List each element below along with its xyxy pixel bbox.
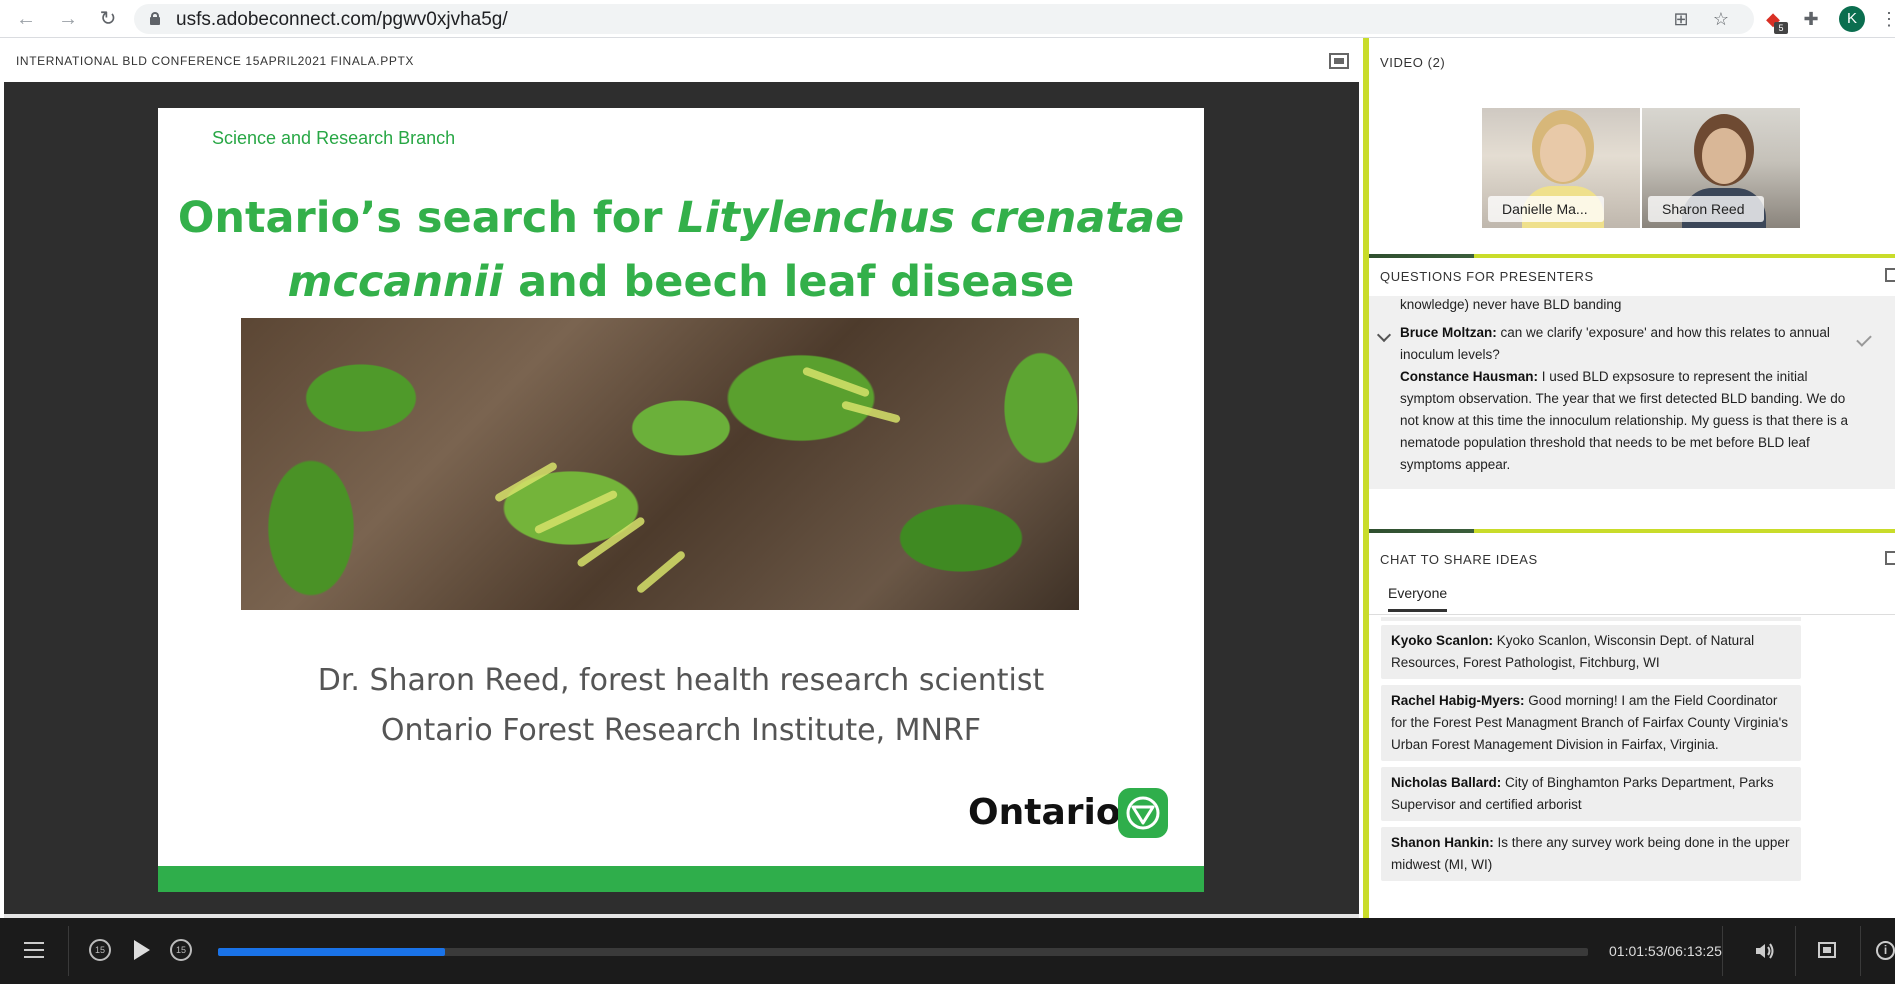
rewind-15-icon[interactable]: 15	[89, 939, 111, 961]
chat-message: Kyoko Scanlon: Kyoko Scanlon, Wisconsin …	[1381, 625, 1801, 679]
extension-badge: 5	[1774, 22, 1788, 34]
answer-author: Constance Hausman:	[1400, 369, 1539, 384]
video-tile[interactable]: Sharon Reed	[1642, 108, 1800, 228]
video-tile[interactable]: Danielle Ma...	[1482, 108, 1640, 228]
volume-icon[interactable]	[1754, 941, 1774, 961]
playback-bar: 15 15 01:01:53/06:13:25 i	[0, 918, 1895, 984]
chat-message: Rachel Habig-Myers: Good morning! I am t…	[1381, 685, 1801, 761]
slide-title-plain-2: and beech leaf disease	[503, 257, 1075, 307]
slide-author-line-2: Ontario Forest Research Institute, MNRF	[380, 713, 982, 748]
ontario-logo: Ontario	[968, 788, 1168, 838]
presentation-stage: Science and Research Branch Ontario’s se…	[4, 82, 1359, 914]
slide-author: Dr. Sharon Reed, forest health research …	[158, 656, 1204, 756]
url-text[interactable]: usfs.adobeconnect.com/pgwv0xjvha5g/	[176, 9, 508, 31]
pod-options-icon[interactable]	[1885, 551, 1895, 565]
questions-list: knowledge) never have BLD banding Bruce …	[1369, 296, 1895, 489]
slide: Science and Research Branch Ontario’s se…	[158, 108, 1204, 892]
ontario-logo-word: Ontario	[968, 792, 1121, 833]
participant-name: Sharon Reed	[1648, 196, 1764, 222]
chat-author: Kyoko Scanlon:	[1391, 633, 1494, 648]
slide-footer-bar	[158, 866, 1204, 892]
chat-pod: CHAT TO SHARE IDEAS Everyone Kyoko Scanl…	[1369, 533, 1895, 918]
profile-avatar[interactable]: K	[1839, 6, 1865, 32]
menu-icon[interactable]	[24, 942, 44, 958]
back-arrow-icon[interactable]: ←	[14, 7, 38, 31]
answer-text: I used BLD expsosure to represent the in…	[1400, 369, 1848, 472]
chat-author: Nicholas Ballard:	[1391, 775, 1502, 790]
tab-everyone[interactable]: Everyone	[1388, 585, 1448, 612]
lock-icon[interactable]	[150, 12, 160, 25]
forward-15-icon[interactable]: 15	[170, 939, 192, 961]
video-pod: VIDEO (2) Danielle Ma... Sharon Reed	[1369, 38, 1895, 256]
answer-item: Constance Hausman: I used BLD expsosure …	[1400, 366, 1850, 476]
maximize-icon[interactable]	[1329, 53, 1349, 69]
time-readout: 01:01:53/06:13:25	[1609, 943, 1722, 959]
slide-title-species-1: Litylenchus crenatae	[677, 193, 1185, 243]
video-pod-title: VIDEO (2)	[1380, 55, 1446, 70]
seek-bar-progress	[218, 948, 446, 956]
questions-pod-title: QUESTIONS FOR PRESENTERS	[1380, 269, 1594, 284]
questions-pod: QUESTIONS FOR PRESENTERS knowledge) neve…	[1369, 258, 1895, 529]
play-icon[interactable]	[134, 940, 150, 960]
chat-author: Rachel Habig-Myers:	[1391, 693, 1525, 708]
fullscreen-icon[interactable]	[1818, 942, 1836, 958]
slide-title-plain-1: Ontario’s search for	[177, 193, 678, 243]
seek-bar[interactable]	[218, 948, 1588, 956]
question-author: Bruce Moltzan:	[1400, 325, 1497, 340]
share-pod: INTERNATIONAL BLD CONFERENCE 15APRIL2021…	[0, 38, 1363, 918]
browser-toolbar: ← → ↻ usfs.adobeconnect.com/pgwv0xjvha5g…	[0, 0, 1895, 38]
chat-pod-title: CHAT TO SHARE IDEAS	[1380, 552, 1538, 567]
check-icon[interactable]	[1856, 331, 1872, 347]
trillium-icon	[1118, 788, 1168, 838]
slide-branch-label: Science and Research Branch	[212, 128, 456, 148]
translate-icon[interactable]: ⊞	[1670, 8, 1692, 30]
chat-author: Shanon Hankin:	[1391, 835, 1494, 850]
slide-title-species-2: mccannii	[287, 257, 504, 307]
puzzle-icon[interactable]: ✚	[1800, 8, 1822, 30]
forward-arrow-icon[interactable]: →	[56, 7, 80, 31]
more-vertical-icon[interactable]: ⋮	[1880, 8, 1895, 30]
reload-icon[interactable]: ↻	[96, 7, 120, 31]
chat-message: Nicholas Ballard: City of Binghamton Par…	[1381, 767, 1801, 821]
share-pod-title: INTERNATIONAL BLD CONFERENCE 15APRIL2021…	[16, 54, 414, 68]
slide-title: Ontario’s search for Litylenchus crenata…	[158, 186, 1204, 314]
share-pod-header: INTERNATIONAL BLD CONFERENCE 15APRIL2021…	[4, 38, 1359, 82]
question-item[interactable]: Bruce Moltzan: can we clarify 'exposure'…	[1400, 322, 1850, 366]
info-icon[interactable]: i	[1876, 941, 1895, 960]
beech-leaf-photo	[241, 318, 1079, 610]
participant-name: Danielle Ma...	[1488, 196, 1604, 222]
pod-options-icon[interactable]	[1885, 268, 1895, 282]
chat-message: Shanon Hankin: Is there any survey work …	[1381, 827, 1801, 881]
address-bar[interactable]: usfs.adobeconnect.com/pgwv0xjvha5g/	[134, 4, 1754, 34]
question-fragment: knowledge) never have BLD banding	[1400, 297, 1622, 312]
star-icon[interactable]: ☆	[1710, 8, 1732, 30]
chat-message-list: Kyoko Scanlon: Kyoko Scanlon, Wisconsin …	[1381, 625, 1801, 887]
slide-author-line-1: Dr. Sharon Reed, forest health research …	[317, 663, 1045, 698]
chevron-down-icon[interactable]	[1376, 327, 1392, 343]
